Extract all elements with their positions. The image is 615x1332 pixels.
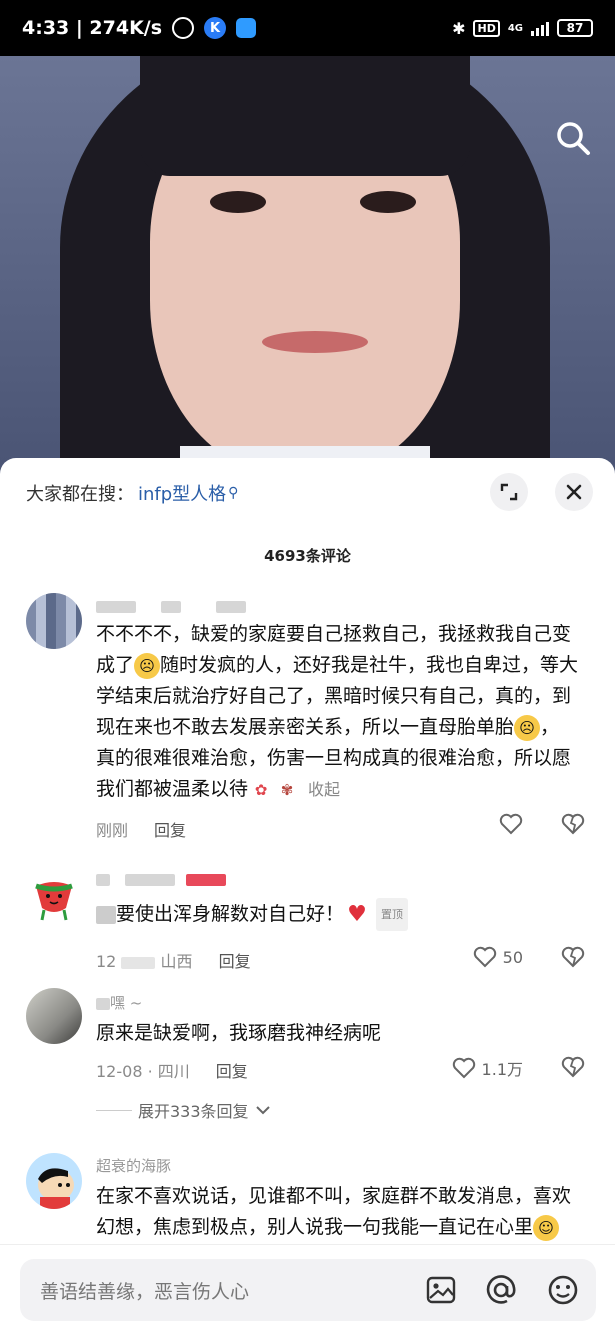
- hot-search-prefix: 大家都在搜：: [26, 484, 134, 505]
- like-count: 50: [502, 947, 523, 967]
- divider-line: [96, 1109, 132, 1111]
- comment-text-fragment: 成了: [96, 654, 135, 676]
- expand-replies-button[interactable]: 展开333条回复: [96, 1098, 271, 1122]
- chevron-down-icon: [255, 1106, 270, 1115]
- like-count: 1.1万: [481, 1060, 523, 1079]
- comment-text-fragment: 要使出浑身解数对自己好！: [116, 903, 345, 925]
- comment-count: 4693条评论: [264, 547, 351, 565]
- comment-location: 四川: [157, 1062, 190, 1081]
- image-icon[interactable]: [422, 1271, 460, 1309]
- collapse-button[interactable]: 收起: [308, 780, 340, 799]
- comment-text-fragment: 现在来也不敢去发展亲密关系，所以一直母胎单胎: [96, 716, 515, 738]
- comment-time: 12-08: [96, 1062, 143, 1081]
- hot-search[interactable]: 大家都在搜： infp型人格 ⚲: [26, 480, 238, 506]
- comment-username[interactable]: 嘿 ~: [96, 992, 142, 1013]
- battery-level: 87: [557, 19, 593, 37]
- comment-time-location: 12 山西: [96, 948, 193, 972]
- avatar[interactable]: [26, 1153, 82, 1209]
- status-time-speed: 4:33 | 274K/s: [22, 17, 163, 39]
- pinned-badge: 置顶: [376, 898, 409, 931]
- alarm-icon: [172, 17, 195, 39]
- sweat-smile-emoji-icon: ☺: [533, 1214, 560, 1241]
- comment-text[interactable]: 要使出浑身解数对自己好！ ♥ 置顶: [96, 898, 596, 931]
- like-button[interactable]: 50: [473, 946, 523, 968]
- reply-button[interactable]: 回复: [216, 1058, 248, 1082]
- comment-text-line: 原来是缺爱啊，我琢磨我神经病呢: [96, 1022, 382, 1044]
- comment-username[interactable]: [96, 597, 246, 615]
- dislike-icon[interactable]: [561, 946, 585, 972]
- loudly-crying-emoji-icon: ☹: [514, 714, 541, 741]
- comment-text[interactable]: 原来是缺爱啊，我琢磨我神经病呢: [96, 1018, 596, 1049]
- comment-meta: 12-08 · 四川 回复: [96, 1058, 248, 1082]
- comment-text-line: 要使出浑身解数对自己好！ ♥ 置顶: [96, 898, 596, 931]
- red-heart-emoji-icon: ♥: [347, 901, 367, 927]
- close-icon[interactable]: [555, 473, 593, 511]
- comment-text-fragment: 随时发疯的人，还好我是社牛，我也自卑过，等大: [160, 654, 579, 676]
- comment-text-line: 学结束后就治疗好自己了，黑暗时候只有自己，真的，到: [96, 685, 572, 707]
- crying-face-emoji-icon: ☹: [134, 652, 161, 679]
- bluetooth-icon: ✱: [452, 18, 466, 38]
- status-left: 4:33 | 274K/s K: [22, 17, 257, 39]
- hot-search-keyword[interactable]: infp型人格: [138, 480, 226, 506]
- mention-icon[interactable]: [482, 1271, 520, 1309]
- search-small-icon: ⚲: [228, 485, 239, 501]
- rose-emoji-icon: ✿: [254, 780, 268, 799]
- comment-text-line: 在家不喜欢说话，见谁都不叫，家庭群不敢发消息，喜欢: [96, 1185, 572, 1207]
- expand-replies-label: 展开333条回复: [138, 1102, 249, 1121]
- comment-text-line: 我们都被温柔以待 ✿ ✾ 收起: [96, 774, 596, 805]
- comment-sheet: 大家都在搜： infp型人格 ⚲ 4693条评论 不不不不，缺爱的家庭要自己拯救…: [0, 458, 615, 1332]
- comment-time: 12: [96, 952, 117, 971]
- comment-meta: 12 山西 回复: [96, 948, 251, 972]
- reply-button[interactable]: 回复: [219, 948, 251, 972]
- comment-topbar: 大家都在搜： infp型人格 ⚲: [0, 458, 615, 528]
- status-right: ✱ HD 4G 87: [452, 19, 593, 38]
- emoji-icon[interactable]: [544, 1271, 582, 1309]
- comment-time: 刚刚: [96, 821, 129, 840]
- comment-text[interactable]: 在家不喜欢说话，见谁都不叫，家庭群不敢发消息，喜欢 幻想，焦虑到极点，别人说我一…: [96, 1181, 596, 1243]
- comment-username[interactable]: 超衰的海豚: [96, 1155, 171, 1176]
- avatar[interactable]: [26, 868, 82, 924]
- comment-username[interactable]: [96, 870, 226, 888]
- like-icon[interactable]: [499, 813, 523, 835]
- video-eye-left: [210, 191, 266, 213]
- comment-text[interactable]: 不不不不，缺爱的家庭要自己拯救自己，我拯救我自己变 成了 ☹ 随时发疯的人，还好我是…: [96, 619, 596, 805]
- dislike-icon[interactable]: [561, 813, 585, 839]
- comment-input-placeholder: 善语结善缘，恶言伤人心: [40, 1281, 250, 1303]
- comment-meta: 刚刚 回复: [96, 817, 186, 841]
- app-notification-icon: [236, 18, 257, 38]
- comment-text-line: 幻想，焦虑到极点，别人说我一句我能一直记在心里 ☺: [96, 1212, 596, 1243]
- signal-icon: [531, 20, 549, 36]
- video-player[interactable]: [0, 56, 615, 476]
- comment-text-line: 真的很难很难治愈，伤害一旦构成真的很难治愈，所以愿: [96, 747, 572, 769]
- comment-text-fragment: ，: [540, 716, 560, 738]
- search-icon[interactable]: [553, 118, 593, 158]
- comment-text-line: 成了 ☹ 随时发疯的人，还好我是社牛，我也自卑过，等大: [96, 650, 596, 681]
- hd-badge: HD: [473, 19, 500, 37]
- comment-text-fragment: 幻想，焦虑到极点，别人说我一句我能一直记在心里: [96, 1216, 534, 1238]
- comment-time-location: 12-08 · 四川: [96, 1062, 190, 1081]
- comment-username-text: 嘿 ~: [110, 994, 143, 1012]
- app-k-icon: K: [204, 17, 227, 39]
- comment-text-line: 现在来也不敢去发展亲密关系，所以一直母胎单胎 ☹，: [96, 712, 596, 743]
- status-bar: 4:33 | 274K/s K ✱ HD 4G 87: [0, 0, 615, 56]
- network-label: 4G: [507, 22, 523, 34]
- bow-emoji-icon: ✾: [280, 780, 294, 799]
- reply-button[interactable]: 回复: [154, 817, 186, 841]
- comment-input-bar: 善语结善缘，恶言伤人心: [0, 1244, 615, 1332]
- comment-text-line: 不不不不，缺爱的家庭要自己拯救自己，我拯救我自己变: [96, 623, 572, 645]
- video-eye-right: [360, 191, 416, 213]
- expand-icon[interactable]: [490, 473, 528, 511]
- comment-location: 山西: [160, 952, 193, 971]
- comment-text-fragment: 我们都被温柔以待: [96, 778, 249, 800]
- like-button[interactable]: 1.1万: [452, 1056, 523, 1080]
- video-mouth: [262, 331, 368, 353]
- like-icon: [473, 946, 496, 968]
- dislike-icon[interactable]: [561, 1056, 585, 1082]
- comment-input[interactable]: 善语结善缘，恶言伤人心: [20, 1259, 596, 1321]
- avatar[interactable]: [26, 988, 82, 1044]
- like-icon: [452, 1057, 475, 1079]
- avatar[interactable]: [26, 593, 82, 649]
- video-bangs: [140, 56, 470, 176]
